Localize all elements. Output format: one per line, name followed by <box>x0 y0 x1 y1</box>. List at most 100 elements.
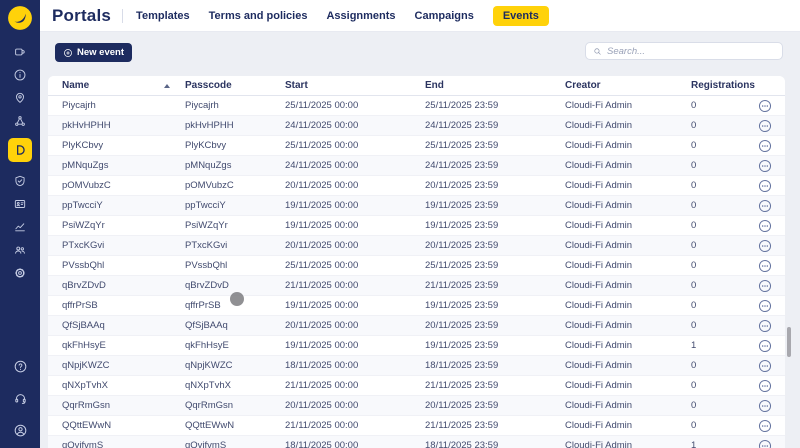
row-actions-button[interactable] <box>758 279 772 293</box>
table-row[interactable]: qffrPrSB qffrPrSB 19/11/2025 00:00 19/11… <box>48 296 785 316</box>
cell-registrations: 0 <box>691 140 697 151</box>
row-actions-button[interactable] <box>758 199 772 213</box>
cell-end: 20/11/2025 23:59 <box>425 180 499 191</box>
sidebar-item-account[interactable] <box>8 419 32 442</box>
cell-registrations: 0 <box>691 180 697 191</box>
cell-start: 25/11/2025 00:00 <box>285 140 359 151</box>
id-card-icon <box>14 199 26 208</box>
cell-end: 21/11/2025 23:59 <box>425 420 499 431</box>
cell-start: 20/11/2025 00:00 <box>285 320 359 331</box>
table-row[interactable]: PlyKCbvy PlyKCbvy 25/11/2025 00:00 25/11… <box>48 136 785 156</box>
column-header-creator[interactable]: Creator <box>565 76 601 96</box>
table-row[interactable]: qQvjfvmS qQvjfvmS 18/11/2025 00:00 18/11… <box>48 436 785 448</box>
cell-creator: Cloudi-Fi Admin <box>565 200 633 211</box>
ellipsis-icon <box>758 219 772 233</box>
row-actions-button[interactable] <box>758 239 772 253</box>
cell-end: 20/11/2025 23:59 <box>425 320 499 331</box>
sidebar-item-help[interactable] <box>8 355 32 378</box>
table-row[interactable]: QqrRmGsn QqrRmGsn 20/11/2025 00:00 20/11… <box>48 396 785 416</box>
table-row[interactable]: PsiWZqYr PsiWZqYr 19/11/2025 00:00 19/11… <box>48 216 785 236</box>
sidebar-item-locations[interactable] <box>8 86 32 109</box>
table-row[interactable]: qkFhHsyE qkFhHsyE 19/11/2025 00:00 19/11… <box>48 336 785 356</box>
cell-passcode: pOMVubzC <box>185 180 234 191</box>
cell-creator: Cloudi-Fi Admin <box>565 440 633 448</box>
cell-registrations: 0 <box>691 320 697 331</box>
row-actions-button[interactable] <box>758 159 772 173</box>
row-actions-button[interactable] <box>758 119 772 133</box>
sidebar-item-settings[interactable] <box>8 261 32 284</box>
sort-asc-icon <box>164 84 170 88</box>
sidebar-item-analytics[interactable] <box>8 215 32 238</box>
ellipsis-icon <box>758 199 772 213</box>
table-row[interactable]: Piycajrh Piycajrh 25/11/2025 00:00 25/11… <box>48 96 785 116</box>
sidebar-item-support[interactable] <box>8 387 32 410</box>
cell-creator: Cloudi-Fi Admin <box>565 140 633 151</box>
column-header-registrations[interactable]: Registrations <box>691 76 755 96</box>
cell-passcode: PVssbQhl <box>185 260 228 271</box>
cell-name: qQvjfvmS <box>62 440 104 448</box>
cell-start: 25/11/2025 00:00 <box>285 260 359 271</box>
tab-templates[interactable]: Templates <box>136 10 190 22</box>
search-box[interactable] <box>585 42 783 60</box>
vertical-scrollbar-thumb[interactable] <box>787 327 791 357</box>
table-row[interactable]: QQttEWwN QQttEWwN 21/11/2025 00:00 21/11… <box>48 416 785 436</box>
table-row[interactable]: QfSjBAAq QfSjBAAq 20/11/2025 00:00 20/11… <box>48 316 785 336</box>
table-row[interactable]: pOMVubzC pOMVubzC 20/11/2025 00:00 20/11… <box>48 176 785 196</box>
column-header-start[interactable]: Start <box>285 76 308 96</box>
row-actions-button[interactable] <box>758 419 772 433</box>
cell-registrations: 0 <box>691 160 697 171</box>
search-input[interactable] <box>607 45 775 57</box>
new-event-button[interactable]: New event <box>55 43 132 62</box>
row-actions-button[interactable] <box>758 299 772 313</box>
tab-events[interactable]: Events <box>492 5 549 26</box>
row-actions-button[interactable] <box>758 339 772 353</box>
table-row[interactable]: ppTwcciY ppTwcciY 19/11/2025 00:00 19/11… <box>48 196 785 216</box>
tab-assignments[interactable]: Assignments <box>326 10 395 22</box>
row-actions-button[interactable] <box>758 259 772 273</box>
cell-passcode: PlyKCbvy <box>185 140 227 151</box>
cell-end: 25/11/2025 23:59 <box>425 260 499 271</box>
sidebar-item-portals[interactable] <box>8 138 32 162</box>
column-header-passcode[interactable]: Passcode <box>185 76 232 96</box>
cell-start: 18/11/2025 00:00 <box>285 440 359 448</box>
sidebar-item-network[interactable] <box>8 109 32 132</box>
sidebar-item-users[interactable] <box>8 238 32 261</box>
row-actions-button[interactable] <box>758 99 772 113</box>
table-row[interactable]: pMNquZgs pMNquZgs 24/11/2025 00:00 24/11… <box>48 156 785 176</box>
table-row[interactable]: pkHvHPHH pkHvHPHH 24/11/2025 00:00 24/11… <box>48 116 785 136</box>
row-actions-button[interactable] <box>758 359 772 373</box>
cloudi-fi-logo-icon[interactable] <box>7 5 33 31</box>
tab-campaigns[interactable]: Campaigns <box>415 10 474 22</box>
row-actions-button[interactable] <box>758 319 772 333</box>
cell-creator: Cloudi-Fi Admin <box>565 380 633 391</box>
column-header-end[interactable]: End <box>425 76 444 96</box>
row-actions-button[interactable] <box>758 219 772 233</box>
table-row[interactable]: PVssbQhl PVssbQhl 25/11/2025 00:00 25/11… <box>48 256 785 276</box>
cell-end: 25/11/2025 23:59 <box>425 100 499 111</box>
row-actions-button[interactable] <box>758 379 772 393</box>
page-title: Portals <box>52 5 112 25</box>
column-header-name[interactable]: Name <box>62 76 89 96</box>
cell-name: pkHvHPHH <box>62 120 111 131</box>
sidebar-item-security[interactable] <box>8 169 32 192</box>
cell-creator: Cloudi-Fi Admin <box>565 220 633 231</box>
table-row[interactable]: qBrvZDvD qBrvZDvD 21/11/2025 00:00 21/11… <box>48 276 785 296</box>
tab-terms-and-policies[interactable]: Terms and policies <box>209 10 308 22</box>
row-actions-button[interactable] <box>758 179 772 193</box>
row-actions-button[interactable] <box>758 139 772 153</box>
sidebar-item-id-card[interactable] <box>8 192 32 215</box>
ellipsis-icon <box>758 259 772 273</box>
row-actions-button[interactable] <box>758 439 772 448</box>
table-row[interactable]: qNpjKWZC qNpjKWZC 18/11/2025 00:00 18/11… <box>48 356 785 376</box>
cell-name: qNpjKWZC <box>62 360 110 371</box>
table-row[interactable]: PTxcKGvi PTxcKGvi 20/11/2025 00:00 20/11… <box>48 236 785 256</box>
ellipsis-icon <box>758 399 772 413</box>
cell-registrations: 0 <box>691 200 697 211</box>
sidebar-item-info[interactable] <box>8 63 32 86</box>
ellipsis-icon <box>758 379 772 393</box>
row-actions-button[interactable] <box>758 399 772 413</box>
table-row[interactable]: qNXpTvhX qNXpTvhX 21/11/2025 00:00 21/11… <box>48 376 785 396</box>
cell-name: PlyKCbvy <box>62 140 104 151</box>
sidebar-item-devices[interactable] <box>8 40 32 63</box>
cell-registrations: 0 <box>691 280 697 291</box>
